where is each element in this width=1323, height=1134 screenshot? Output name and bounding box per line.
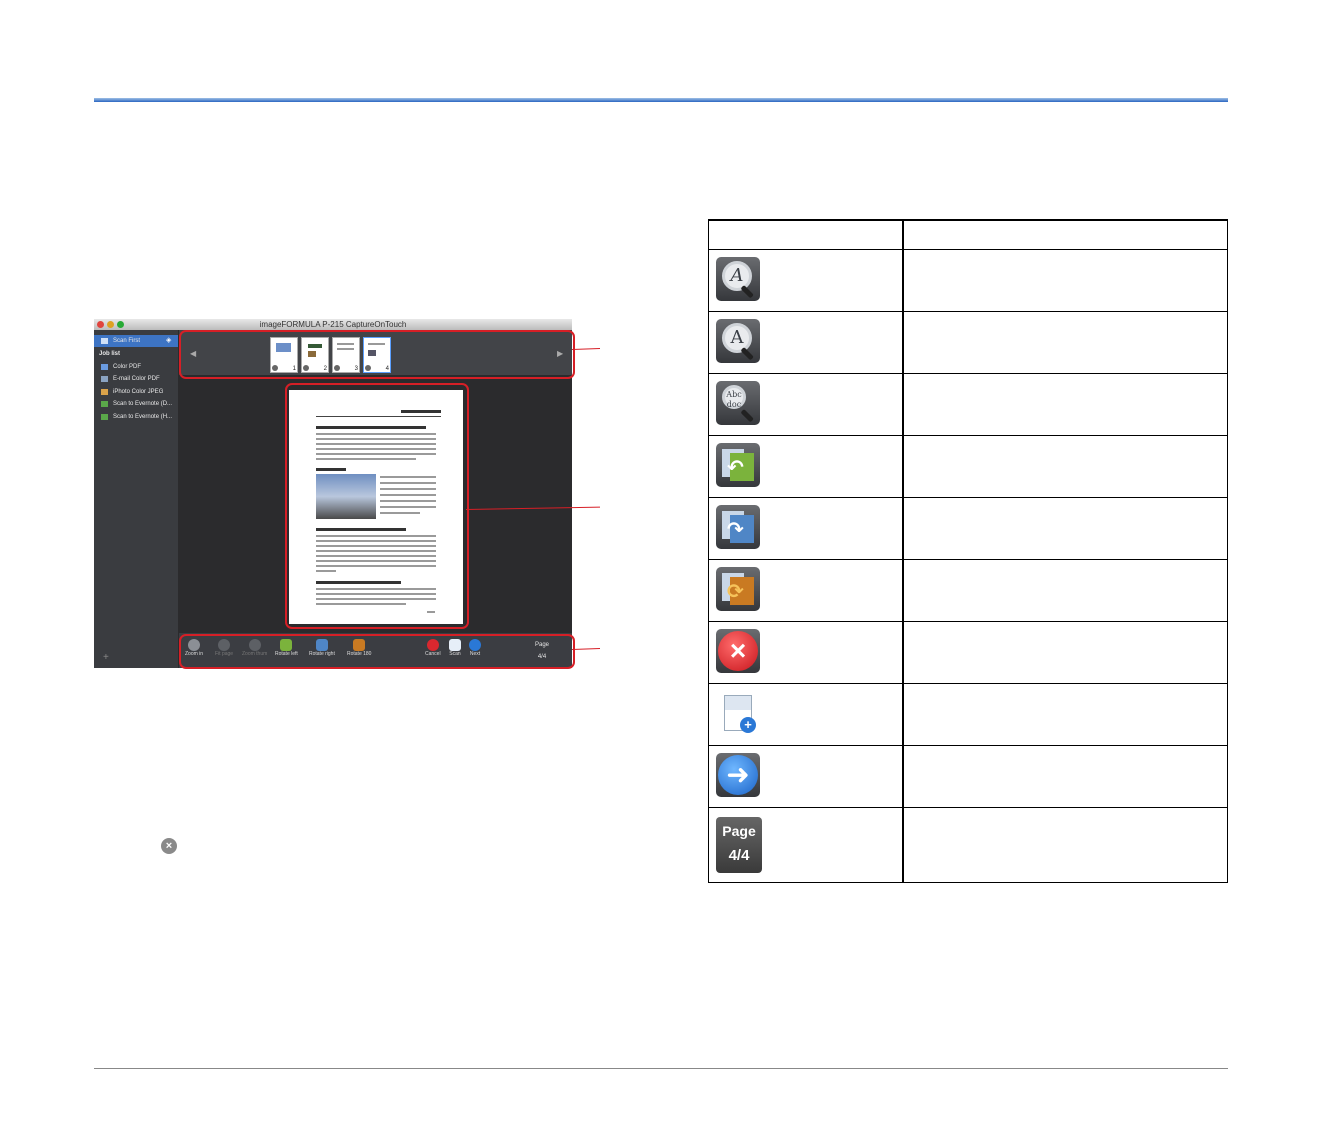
job-list-heading: Job list [94, 348, 178, 360]
rotate-180-icon: ⟳ [716, 567, 760, 611]
sidebar-item-label: Color PDF [113, 364, 142, 370]
sidebar-item-evernote-d[interactable]: Scan to Evernote (D... [94, 398, 178, 410]
window-title: imageFORMULA P-215 CaptureOnTouch [259, 320, 407, 329]
callout-leader-line [572, 348, 601, 350]
rotate-left-icon: ↶ [716, 443, 760, 487]
sidebar-item-label: E-mail Color PDF [113, 376, 160, 382]
callout-thumbnail-area [179, 330, 575, 379]
sidebar-item-label: Scan to Evernote (H... [113, 414, 173, 420]
sidebar-item-email-color-pdf[interactable]: E-mail Color PDF [94, 373, 178, 385]
rotate-right-icon: ↷ [716, 505, 760, 549]
sidebar: Scan First ◈ Job list Color PDF E-mail C… [94, 330, 178, 668]
callout-leader-line [572, 648, 601, 650]
delete-page-icon: × [161, 838, 177, 854]
footer-rule [94, 1068, 1228, 1069]
evernote-icon [101, 401, 108, 407]
page-counter-icon-value: 4/4 [728, 847, 750, 864]
page-counter-icon: Page 4/4 [716, 817, 762, 873]
page-counter-icon-label: Page [722, 823, 756, 839]
header-rule [94, 98, 1228, 102]
window-titlebar: imageFORMULA P-215 CaptureOnTouch [94, 319, 572, 330]
fit-page-icon: A [716, 319, 760, 363]
toolbar-icon-table: A A Abc doc ↶ ↷ ⟳ × + ➜ Page 4/4 [708, 219, 1228, 883]
callout-preview-area [285, 383, 469, 629]
sidebar-item-evernote-h[interactable]: Scan to Evernote (H... [94, 411, 178, 423]
scan-first-icon [101, 338, 108, 344]
zoom-in-icon: A [716, 257, 760, 301]
sidebar-item-label: Scan to Evernote (D... [113, 401, 173, 407]
email-icon [101, 376, 108, 382]
iphoto-icon [101, 389, 108, 395]
evernote-icon [101, 414, 108, 420]
sidebar-item-label: iPhoto Color JPEG [113, 389, 164, 395]
table-header-rule [708, 249, 1228, 250]
add-job-button[interactable]: + [103, 652, 109, 663]
sidebar-item-scan-first[interactable]: Scan First ◈ [94, 335, 178, 347]
zoom-window-icon[interactable] [117, 321, 124, 328]
zoom-thumbnail-icon: Abc doc [716, 381, 760, 425]
minimize-window-icon[interactable] [107, 321, 114, 328]
settings-diamond-icon[interactable]: ◈ [166, 335, 171, 347]
pdf-icon [101, 364, 108, 370]
close-window-icon[interactable] [97, 321, 104, 328]
scan-icon: + [716, 691, 760, 735]
sidebar-heading-label: Job list [99, 351, 121, 357]
sidebar-item-iphoto-color-jpeg[interactable]: iPhoto Color JPEG [94, 386, 178, 398]
callout-toolbar-area [179, 634, 575, 669]
sidebar-item-label: Scan First [113, 338, 141, 344]
next-icon: ➜ [716, 753, 760, 797]
cancel-icon: × [716, 629, 760, 673]
sidebar-item-color-pdf[interactable]: Color PDF [94, 361, 178, 373]
